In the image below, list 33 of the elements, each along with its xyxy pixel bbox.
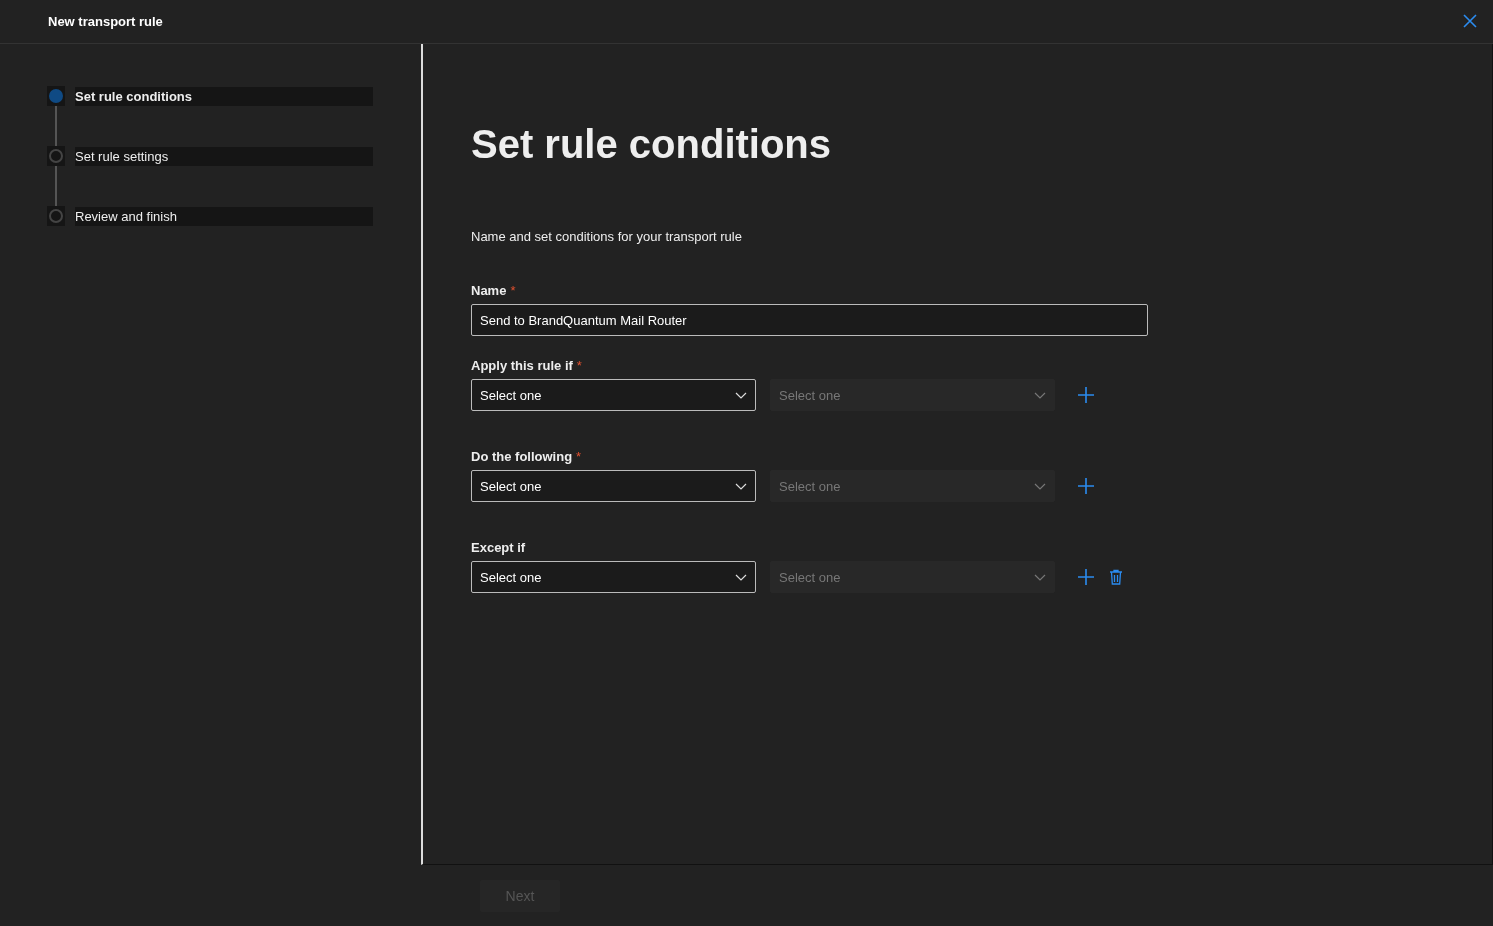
- plus-icon: [1077, 568, 1095, 586]
- add-button[interactable]: [1077, 477, 1095, 495]
- field-label: Name: [471, 283, 507, 298]
- plus-icon: [1077, 477, 1095, 495]
- close-button[interactable]: [1463, 13, 1479, 30]
- add-button[interactable]: [1077, 386, 1095, 404]
- trash-icon: [1109, 569, 1123, 585]
- chevron-down-icon: [1034, 482, 1046, 490]
- step-label[interactable]: Set rule settings: [75, 146, 373, 166]
- required-mark: *: [510, 283, 516, 298]
- required-mark: *: [576, 449, 582, 464]
- name-input-field[interactable]: Send to BrandQuantum Mail Router: [471, 304, 1148, 336]
- field-label: Do the following: [471, 449, 573, 464]
- chevron-down-icon: [735, 391, 747, 399]
- dropdown[interactable]: Select one: [471, 561, 756, 593]
- chevron-down-icon: [735, 482, 747, 490]
- step-label[interactable]: Set rule conditions: [75, 86, 373, 106]
- chevron-down-icon: [1034, 391, 1046, 399]
- plus-icon: [1077, 386, 1095, 404]
- dropdown[interactable]: Select one: [471, 470, 756, 502]
- field-label: Except if: [471, 540, 526, 555]
- add-button[interactable]: [1077, 568, 1095, 586]
- chevron-down-icon: [1034, 573, 1046, 581]
- window-title: New transport rule: [48, 14, 163, 29]
- step-label[interactable]: Review and finish: [75, 206, 373, 226]
- dropdown[interactable]: Select one: [471, 379, 756, 411]
- chevron-down-icon: [735, 573, 747, 581]
- page-description: Name and set conditions for your transport rule: [471, 229, 743, 244]
- field-label: Apply this rule if: [471, 358, 573, 373]
- delete-button[interactable]: [1109, 569, 1123, 585]
- close-icon: [1463, 13, 1477, 28]
- page-heading: Set rule conditions: [471, 122, 833, 167]
- required-mark: *: [576, 358, 582, 373]
